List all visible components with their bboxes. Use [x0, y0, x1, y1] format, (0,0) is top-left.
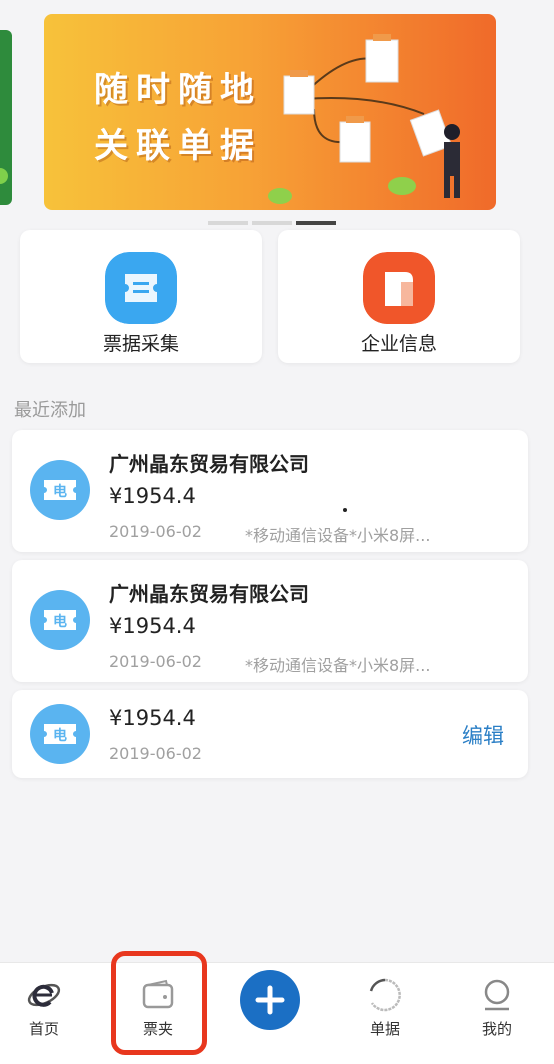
list-item[interactable]: 电 广州晶东贸易有限公司 ¥1954.4 2019-06-02 *移动通信设备*…	[12, 560, 528, 682]
item-description: *移动通信设备*小米8屏...	[245, 656, 431, 675]
nav-home-label: 首页	[28, 1020, 59, 1038]
promo-banner[interactable]: 随时随地 关联单据	[44, 14, 496, 210]
company-info-button[interactable]: 企业信息	[278, 230, 520, 363]
item-description: *移动通信设备*小米8屏...	[245, 526, 431, 545]
carousel-indicator	[208, 221, 336, 225]
carousel-dot[interactable]	[252, 221, 292, 225]
company-name: 广州晶东贸易有限公司	[109, 452, 309, 476]
nav-profile[interactable]: 我的	[457, 963, 537, 1064]
ticket-type-label: 电	[53, 614, 67, 630]
banner-headline-1: 随时随地	[94, 70, 262, 110]
carousel-dot[interactable]	[208, 221, 248, 225]
edit-button[interactable]: 编辑	[462, 720, 504, 750]
amount: ¥1954.4	[109, 706, 196, 730]
profile-icon	[484, 979, 510, 1011]
plus-icon	[255, 985, 285, 1015]
home-e-icon	[27, 983, 61, 1007]
ticket-type-label: 电	[53, 484, 67, 500]
nav-documents[interactable]: 单据	[345, 963, 425, 1064]
nav-documents-label: 单据	[369, 1020, 400, 1038]
ticket-type-label: 电	[53, 728, 67, 744]
ticket-collect-button[interactable]: 票据采集	[20, 230, 262, 363]
highlight-annotation-box	[111, 951, 207, 1055]
loading-ring-icon	[369, 978, 401, 1012]
company-name: 广州晶东贸易有限公司	[109, 582, 309, 606]
previous-banner-slide[interactable]	[0, 30, 12, 205]
date: 2019-06-02	[109, 652, 202, 671]
recent-section-title: 最近添加	[14, 400, 86, 421]
amount: ¥1954.4	[109, 614, 196, 638]
list-item[interactable]: 电 ¥1954.4 2019-06-02 编辑	[12, 690, 528, 778]
banner-illustration	[268, 34, 460, 204]
company-building-icon	[363, 252, 435, 324]
banner-headline-2: 关联单据	[94, 126, 262, 166]
nav-home[interactable]: 首页	[4, 963, 84, 1064]
ticket-scan-icon	[105, 252, 177, 324]
company-info-label: 企业信息	[360, 333, 437, 355]
amount: ¥1954.4	[109, 484, 196, 508]
list-item[interactable]: 电 广州晶东贸易有限公司 ¥1954.4 2019-06-02 *移动通信设备*…	[12, 430, 528, 552]
carousel-dot-active[interactable]	[296, 221, 336, 225]
date: 2019-06-02	[109, 744, 202, 763]
nav-profile-label: 我的	[481, 1020, 512, 1038]
ticket-collect-label: 票据采集	[102, 333, 179, 355]
date: 2019-06-02	[109, 522, 202, 541]
add-button[interactable]	[240, 970, 300, 1030]
dot-marker	[343, 508, 347, 512]
